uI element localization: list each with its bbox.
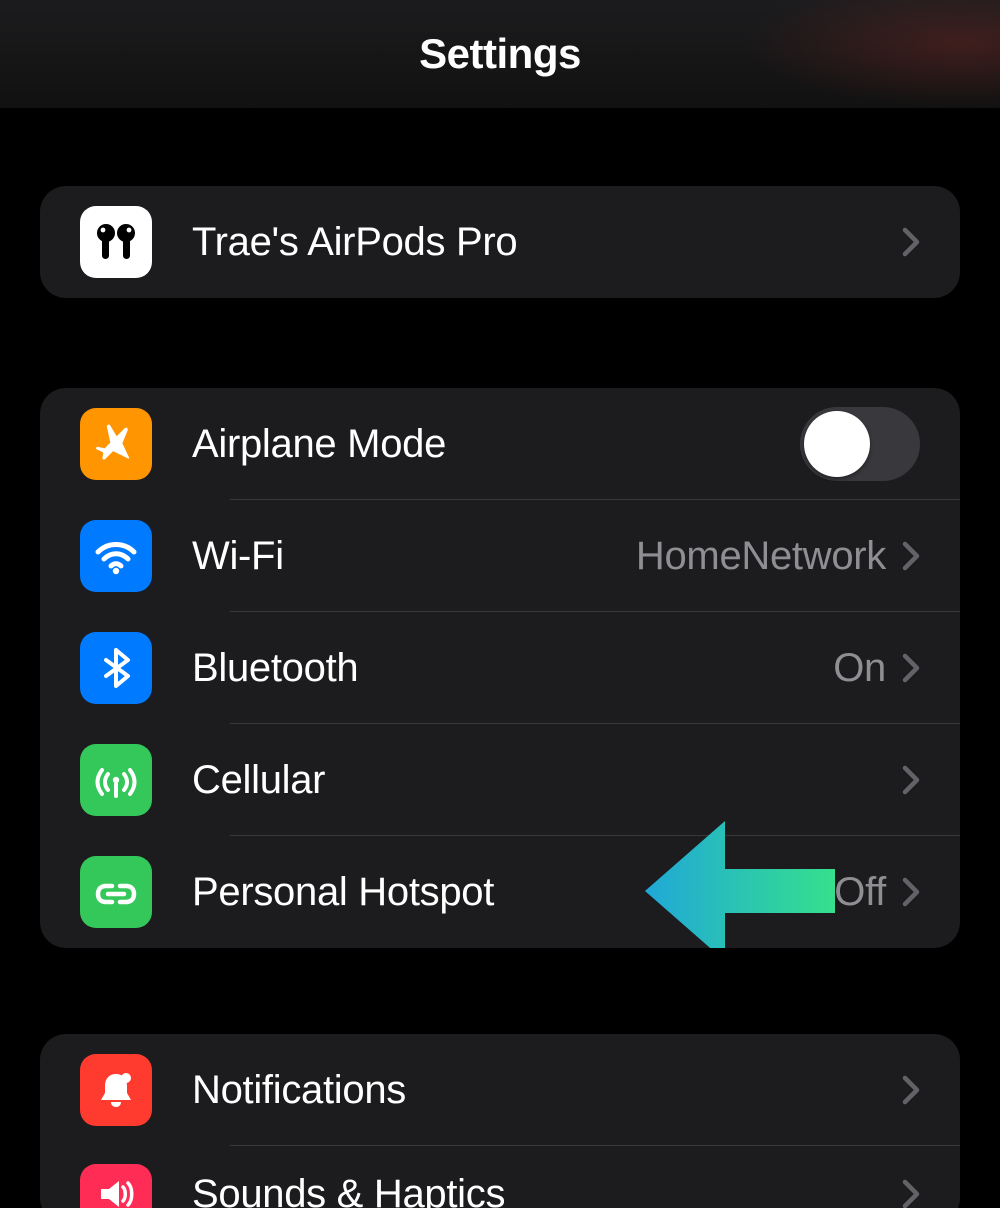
- row-wifi[interactable]: Wi-Fi HomeNetwork: [40, 500, 960, 612]
- airpods-icon: [80, 206, 152, 278]
- row-sounds-haptics[interactable]: Sounds & Haptics: [40, 1146, 960, 1208]
- group-network: Airplane Mode Wi-Fi HomeNetwork: [40, 388, 960, 948]
- hotspot-value: Off: [834, 870, 886, 915]
- bluetooth-label: Bluetooth: [192, 646, 833, 691]
- chevron-right-icon: [902, 541, 920, 571]
- row-airpods[interactable]: Trae's AirPods Pro: [40, 186, 960, 298]
- chevron-right-icon: [902, 1075, 920, 1105]
- row-personal-hotspot[interactable]: Personal Hotspot Off: [40, 836, 960, 948]
- row-bluetooth[interactable]: Bluetooth On: [40, 612, 960, 724]
- row-cellular[interactable]: Cellular: [40, 724, 960, 836]
- airplane-label: Airplane Mode: [192, 422, 800, 467]
- cellular-icon: [80, 744, 152, 816]
- settings-content: Trae's AirPods Pro Airplane Mode: [0, 186, 1000, 1208]
- airpods-label: Trae's AirPods Pro: [192, 220, 902, 265]
- row-notifications[interactable]: Notifications: [40, 1034, 960, 1146]
- chevron-right-icon: [902, 1179, 920, 1208]
- group-devices: Trae's AirPods Pro: [40, 186, 960, 298]
- wifi-icon: [80, 520, 152, 592]
- notifications-icon: [80, 1054, 152, 1126]
- page-title: Settings: [419, 30, 581, 78]
- wifi-label: Wi-Fi: [192, 534, 636, 579]
- toggle-knob: [804, 411, 870, 477]
- wifi-value: HomeNetwork: [636, 534, 886, 579]
- notifications-label: Notifications: [192, 1068, 902, 1113]
- sounds-label: Sounds & Haptics: [192, 1172, 902, 1208]
- chevron-right-icon: [902, 227, 920, 257]
- chevron-right-icon: [902, 653, 920, 683]
- hotspot-label: Personal Hotspot: [192, 870, 834, 915]
- group-system: Notifications Sounds & Haptics: [40, 1034, 960, 1208]
- hotspot-icon: [80, 856, 152, 928]
- chevron-right-icon: [902, 765, 920, 795]
- bluetooth-value: On: [833, 646, 886, 691]
- row-airplane-mode[interactable]: Airplane Mode: [40, 388, 960, 500]
- bluetooth-icon: [80, 632, 152, 704]
- cellular-label: Cellular: [192, 758, 902, 803]
- header-bar: Settings: [0, 0, 1000, 108]
- chevron-right-icon: [902, 877, 920, 907]
- airplane-icon: [80, 408, 152, 480]
- airplane-toggle[interactable]: [800, 407, 920, 481]
- sounds-icon: [80, 1164, 152, 1208]
